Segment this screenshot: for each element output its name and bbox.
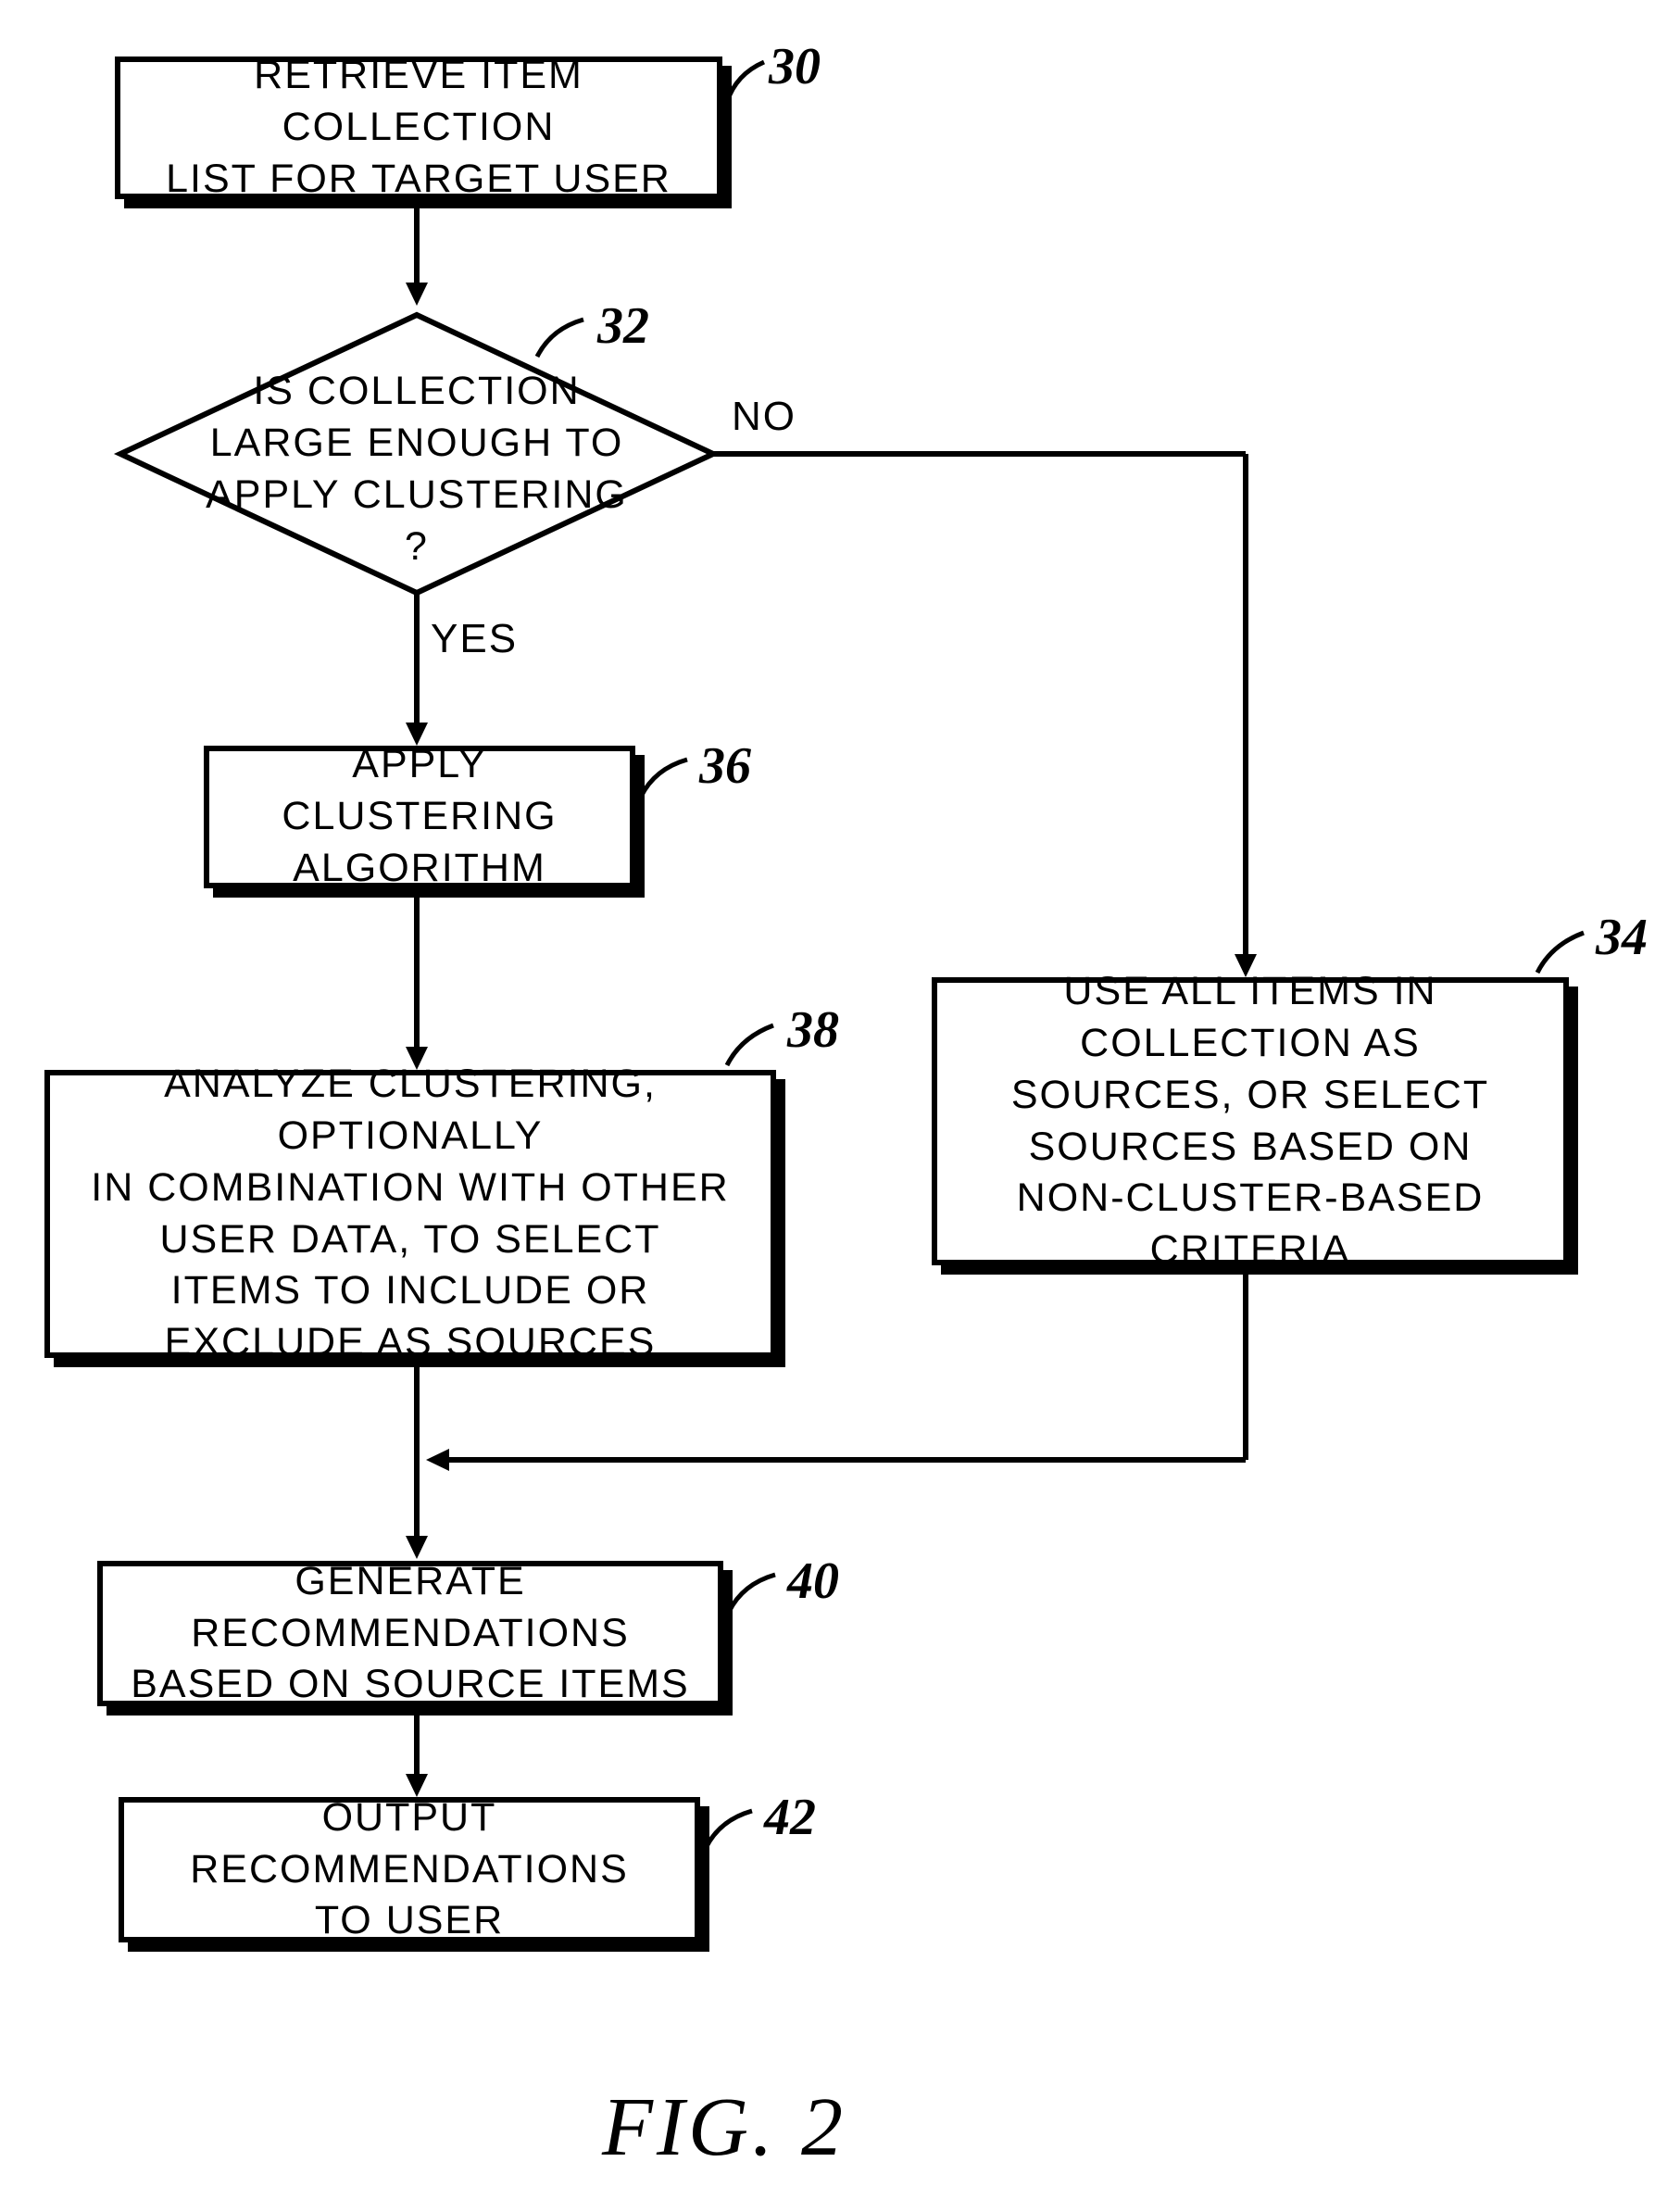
arrow-32-36 bbox=[398, 593, 435, 750]
leader-42 bbox=[701, 1802, 766, 1857]
leader-38 bbox=[722, 1014, 787, 1070]
edge-no: NO bbox=[732, 394, 796, 440]
box-generate: GENERATE RECOMMENDATIONS BASED ON SOURCE… bbox=[97, 1561, 723, 1706]
label-36: 36 bbox=[699, 736, 751, 796]
label-30: 30 bbox=[769, 37, 821, 96]
figure-caption: FIG. 2 bbox=[602, 2080, 846, 2175]
leader-40 bbox=[724, 1565, 789, 1621]
label-34: 34 bbox=[1596, 908, 1648, 967]
edge-yes: YES bbox=[431, 616, 518, 662]
diamond-text: IS COLLECTION LARGE ENOUGH TO APPLY CLUS… bbox=[185, 366, 648, 573]
label-40: 40 bbox=[787, 1552, 839, 1611]
arrow-32-34 bbox=[708, 445, 1283, 1000]
leader-36 bbox=[636, 750, 701, 806]
label-38: 38 bbox=[787, 1000, 839, 1060]
label-42: 42 bbox=[764, 1788, 816, 1847]
box-apply-clustering: APPLY CLUSTERING ALGORITHM bbox=[204, 746, 635, 888]
arrow-40-42 bbox=[398, 1707, 435, 1800]
box-use-all: USE ALL ITEMS IN COLLECTION AS SOURCES, … bbox=[932, 977, 1569, 1265]
arrow-34-40 bbox=[398, 1265, 1278, 1497]
arrow-36-38 bbox=[398, 889, 435, 1075]
label-32: 32 bbox=[597, 296, 649, 356]
box-retrieve: RETRIEVE ITEM COLLECTION LIST FOR TARGET… bbox=[115, 57, 722, 199]
leader-34 bbox=[1533, 922, 1598, 977]
arrow-30-32 bbox=[398, 199, 435, 310]
box-output: OUTPUT RECOMMENDATIONS TO USER bbox=[119, 1797, 700, 1942]
leader-32 bbox=[533, 310, 597, 366]
